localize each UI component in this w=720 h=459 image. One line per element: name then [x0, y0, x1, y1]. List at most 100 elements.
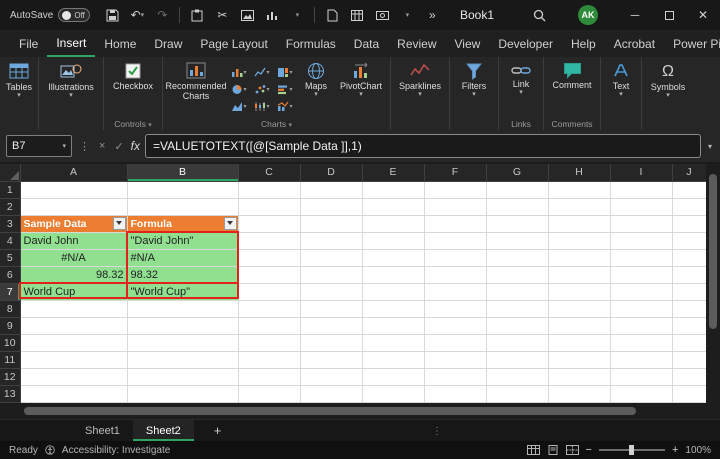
cell-D13[interactable]	[300, 385, 362, 402]
cell-D6[interactable]	[300, 266, 362, 283]
cell-A13[interactable]	[20, 385, 127, 402]
sheet-tab-sheet1[interactable]: Sheet1	[72, 420, 133, 441]
autosave-toggle[interactable]: Off	[58, 8, 90, 22]
filter-button[interactable]	[113, 217, 126, 230]
tab-view[interactable]: View	[446, 30, 490, 57]
cell-I12[interactable]	[610, 368, 672, 385]
cell-G8[interactable]	[486, 300, 548, 317]
zoom-slider[interactable]	[599, 449, 665, 451]
column-header-e[interactable]: E	[362, 164, 424, 181]
checkbox-button[interactable]: Checkbox	[107, 61, 159, 92]
horizontal-scrollbar[interactable]	[0, 403, 720, 419]
cell-G7[interactable]	[486, 283, 548, 300]
insert-line-chart-button[interactable]: ▾	[250, 64, 273, 81]
cell-C9[interactable]	[238, 317, 300, 334]
comment-button[interactable]: Comment	[547, 61, 597, 91]
cell-I7[interactable]	[610, 283, 672, 300]
maximize-button[interactable]	[652, 0, 686, 30]
maps-button[interactable]: Maps ▾	[297, 61, 335, 98]
cell-J9[interactable]	[672, 317, 706, 334]
cell-B9[interactable]	[127, 317, 238, 334]
cell-H11[interactable]	[548, 351, 610, 368]
cell-H4[interactable]	[548, 232, 610, 249]
cell-J4[interactable]	[672, 232, 706, 249]
tab-file[interactable]: File	[10, 30, 47, 57]
minimize-button[interactable]: ─	[618, 0, 652, 30]
cell-G2[interactable]	[486, 198, 548, 215]
cell-J3[interactable]	[672, 215, 706, 232]
cell-B10[interactable]	[127, 334, 238, 351]
table-icon[interactable]	[349, 7, 365, 23]
cell-J8[interactable]	[672, 300, 706, 317]
cell-H5[interactable]	[548, 249, 610, 266]
worksheet-grid[interactable]: ABCDEFGHIJ123Sample DataFormula4David Jo…	[0, 164, 706, 403]
tab-draw[interactable]: Draw	[145, 30, 191, 57]
cell-A5[interactable]: #N/A	[20, 249, 127, 266]
cell-A11[interactable]	[20, 351, 127, 368]
cell-F13[interactable]	[424, 385, 486, 402]
zoom-slider-thumb[interactable]	[629, 445, 634, 455]
cell-A7[interactable]: World Cup	[20, 283, 127, 300]
illustrations-button[interactable]: Illustrations ▾	[42, 61, 100, 99]
symbols-button[interactable]: Ω Symbols ▾	[645, 61, 691, 99]
cell-G10[interactable]	[486, 334, 548, 351]
cell-E4[interactable]	[362, 232, 424, 249]
new-workbook-icon[interactable]	[324, 7, 340, 23]
normal-view-icon[interactable]	[527, 445, 540, 455]
insert-combo-chart-button[interactable]: ▾	[273, 98, 296, 115]
autosave-control[interactable]: AutoSave Off	[10, 8, 90, 22]
row-header-3[interactable]: 3	[0, 215, 20, 232]
cell-A9[interactable]	[20, 317, 127, 334]
zoom-in-button[interactable]: +	[672, 444, 678, 456]
cell-G6[interactable]	[486, 266, 548, 283]
search-icon[interactable]	[530, 6, 548, 24]
pivotchart-button[interactable]: PivotChart ▾	[335, 61, 387, 98]
cell-F9[interactable]	[424, 317, 486, 334]
tab-help[interactable]: Help	[562, 30, 605, 57]
cell-D10[interactable]	[300, 334, 362, 351]
zoom-level[interactable]: 100%	[685, 445, 711, 456]
cell-A12[interactable]	[20, 368, 127, 385]
cell-I4[interactable]	[610, 232, 672, 249]
column-header-a[interactable]: A	[20, 164, 127, 181]
cell-C12[interactable]	[238, 368, 300, 385]
redo-icon[interactable]: ↷	[154, 7, 170, 23]
cell-B6[interactable]: 98.32	[127, 266, 238, 283]
insert-function-icon[interactable]: fx	[131, 139, 140, 153]
tab-formulas[interactable]: Formulas	[277, 30, 345, 57]
cell-C8[interactable]	[238, 300, 300, 317]
camera-icon[interactable]	[374, 7, 390, 23]
cell-A2[interactable]	[20, 198, 127, 215]
column-header-f[interactable]: F	[424, 164, 486, 181]
row-header-9[interactable]: 9	[0, 317, 20, 334]
cell-G5[interactable]	[486, 249, 548, 266]
cell-H3[interactable]	[548, 215, 610, 232]
cell-J6[interactable]	[672, 266, 706, 283]
cell-I3[interactable]	[610, 215, 672, 232]
column-header-g[interactable]: G	[486, 164, 548, 181]
tab-developer[interactable]: Developer	[489, 30, 562, 57]
cell-H13[interactable]	[548, 385, 610, 402]
cell-I1[interactable]	[610, 181, 672, 198]
cell-I6[interactable]	[610, 266, 672, 283]
tab-scroll-divider-icon[interactable]: ⋮	[432, 420, 442, 442]
recommended-charts-button[interactable]: Recommended Charts	[166, 61, 226, 103]
cell-G4[interactable]	[486, 232, 548, 249]
cell-C6[interactable]	[238, 266, 300, 283]
cell-F12[interactable]	[424, 368, 486, 385]
column-header-c[interactable]: C	[238, 164, 300, 181]
insert-column-chart-button[interactable]: ▾	[227, 64, 250, 81]
undo-icon[interactable]: ↶▾	[129, 7, 145, 23]
insert-hierarchy-chart-button[interactable]: ▾	[273, 64, 296, 81]
row-header-11[interactable]: 11	[0, 351, 20, 368]
cell-I13[interactable]	[610, 385, 672, 402]
account-avatar[interactable]: AK	[578, 5, 598, 25]
cell-E11[interactable]	[362, 351, 424, 368]
cell-J11[interactable]	[672, 351, 706, 368]
cell-H10[interactable]	[548, 334, 610, 351]
tab-acrobat[interactable]: Acrobat	[605, 30, 664, 57]
column-header-i[interactable]: I	[610, 164, 672, 181]
cell-C7[interactable]	[238, 283, 300, 300]
cell-F3[interactable]	[424, 215, 486, 232]
cell-G3[interactable]	[486, 215, 548, 232]
